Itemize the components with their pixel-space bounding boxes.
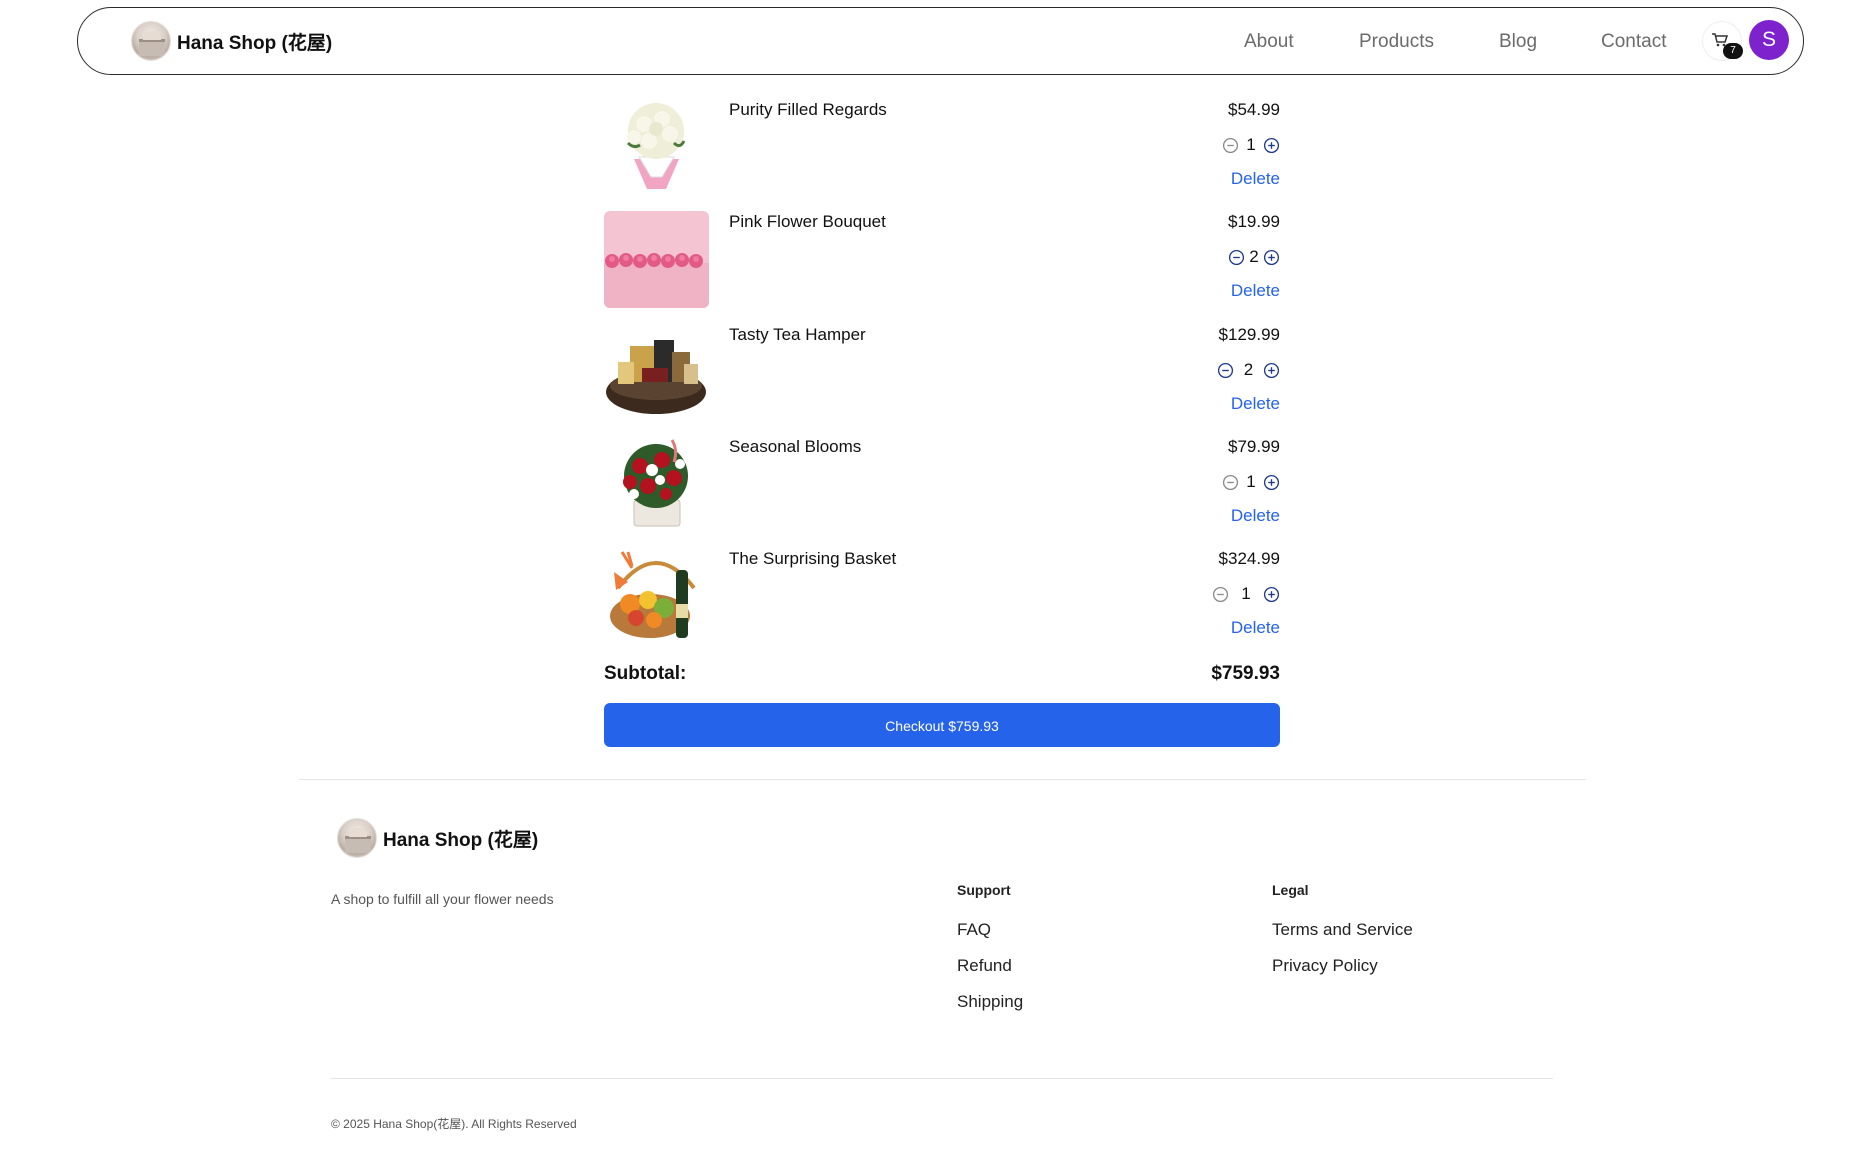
footer-tagline: A shop to fulfill all your flower needs xyxy=(331,891,554,907)
cart-item: The Surprising Basket $324.99 1 Delete xyxy=(604,548,1280,660)
plus-circle-icon[interactable] xyxy=(1263,249,1280,266)
product-image xyxy=(604,548,709,645)
footer-link-refund[interactable]: Refund xyxy=(957,956,1012,976)
item-price: $79.99 xyxy=(1228,437,1280,456)
cart-item: Seasonal Blooms $79.99 1 Delete xyxy=(604,436,1280,548)
delete-button[interactable]: Delete xyxy=(1231,394,1280,414)
product-image xyxy=(604,211,709,308)
item-price: $129.99 xyxy=(1218,325,1280,344)
quantity-stepper: 1 xyxy=(1222,471,1280,493)
avatar[interactable]: S xyxy=(1749,20,1789,60)
item-price: $324.99 xyxy=(1218,549,1280,568)
cart-item: Purity Filled Regards $54.99 1 Delete xyxy=(604,99,1280,211)
minus-circle-icon[interactable] xyxy=(1222,137,1239,154)
cart-item: Tasty Tea Hamper $129.99 2 Delete xyxy=(604,324,1280,436)
quantity-stepper: 1 xyxy=(1222,134,1280,156)
plus-circle-icon[interactable] xyxy=(1263,362,1280,379)
shop-logo-icon xyxy=(337,818,377,858)
plus-circle-icon[interactable] xyxy=(1263,137,1280,154)
plus-circle-icon[interactable] xyxy=(1263,474,1280,491)
quantity-stepper: 2 xyxy=(1228,246,1280,268)
nav-link-products[interactable]: Products xyxy=(1359,31,1434,53)
item-name: Purity Filled Regards xyxy=(729,100,887,119)
footer-link-privacy[interactable]: Privacy Policy xyxy=(1272,956,1378,976)
delete-button[interactable]: Delete xyxy=(1231,169,1280,189)
navbar: Hana Shop (花屋) About Products Blog Conta… xyxy=(77,7,1804,75)
quantity-value: 1 xyxy=(1241,584,1251,603)
footer-link-terms[interactable]: Terms and Service xyxy=(1272,920,1413,940)
product-image xyxy=(604,436,709,533)
subtotal-label: Subtotal: xyxy=(604,663,687,684)
cart-item: Pink Flower Bouquet $19.99 2 Delete xyxy=(604,211,1280,323)
footer-link-faq[interactable]: FAQ xyxy=(957,920,991,940)
quantity-value: 1 xyxy=(1246,472,1256,491)
delete-button[interactable]: Delete xyxy=(1231,506,1280,526)
nav-link-blog[interactable]: Blog xyxy=(1499,31,1537,53)
support-title: Support xyxy=(957,882,1011,898)
subtotal-value: $759.93 xyxy=(1211,663,1280,684)
item-name: The Surprising Basket xyxy=(729,549,897,568)
minus-circle-icon[interactable] xyxy=(1212,586,1229,603)
item-price: $54.99 xyxy=(1228,100,1280,119)
legal-title: Legal xyxy=(1272,882,1309,898)
minus-circle-icon[interactable] xyxy=(1217,362,1234,379)
nav-links: About Products Blog Contact xyxy=(78,8,1803,76)
nav-link-about[interactable]: About xyxy=(1244,31,1294,53)
minus-circle-icon[interactable] xyxy=(1222,474,1239,491)
quantity-value: 2 xyxy=(1243,360,1254,379)
item-name: Tasty Tea Hamper xyxy=(729,325,866,344)
item-name: Pink Flower Bouquet xyxy=(729,212,886,231)
cart-button[interactable]: 7 xyxy=(1702,21,1743,61)
minus-circle-icon[interactable] xyxy=(1228,249,1245,266)
footer-bottom-divider xyxy=(331,1078,1553,1079)
footer-link-shipping[interactable]: Shipping xyxy=(957,992,1023,1012)
footer-brand-name: Hana Shop (花屋) xyxy=(383,829,539,851)
item-name: Seasonal Blooms xyxy=(729,437,862,456)
footer-brand[interactable]: Hana Shop (花屋) xyxy=(337,818,538,858)
footer-divider xyxy=(299,779,1586,780)
product-image xyxy=(604,324,709,421)
delete-button[interactable]: Delete xyxy=(1231,281,1280,301)
copyright: © 2025 Hana Shop(花屋). All Rights Reserve… xyxy=(331,1117,577,1131)
checkout-button[interactable]: Checkout $759.93 xyxy=(604,703,1280,747)
quantity-value: 1 xyxy=(1246,135,1256,154)
item-price: $19.99 xyxy=(1228,212,1280,231)
nav-link-contact[interactable]: Contact xyxy=(1601,31,1666,53)
plus-circle-icon[interactable] xyxy=(1263,586,1280,603)
quantity-stepper: 1 xyxy=(1212,583,1280,605)
product-image xyxy=(604,99,709,196)
quantity-value: 2 xyxy=(1249,247,1259,266)
quantity-stepper: 2 xyxy=(1217,359,1280,381)
cart-count-badge: 7 xyxy=(1723,43,1743,59)
delete-button[interactable]: Delete xyxy=(1231,618,1280,638)
